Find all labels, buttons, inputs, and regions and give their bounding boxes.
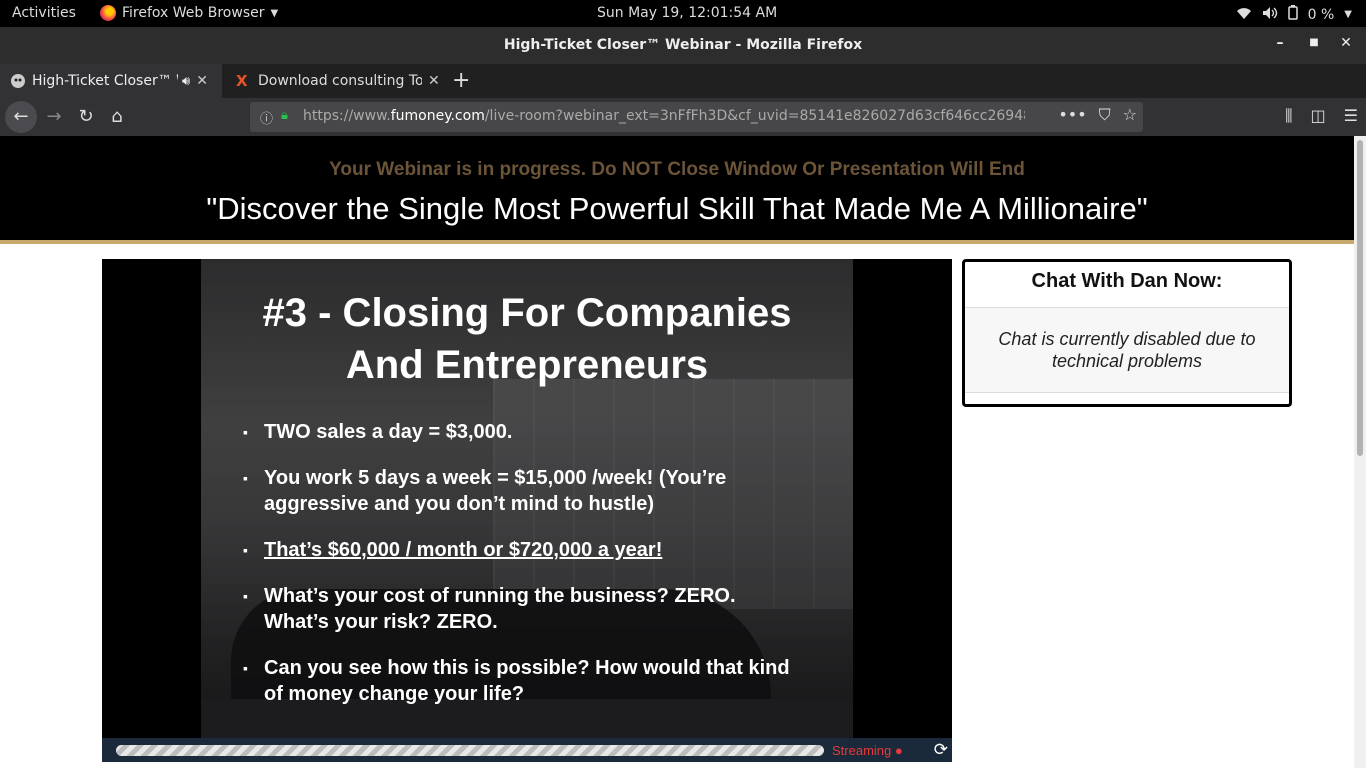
slide-bullet: What’s your cost of running the business…	[243, 583, 803, 635]
tab-title: Download consulting To	[258, 73, 422, 89]
url-prefix: https://www.	[303, 108, 391, 124]
wifi-icon	[1236, 6, 1252, 24]
back-button[interactable]: ←	[5, 101, 37, 133]
slide-bullet: Can you see how this is possible? How wo…	[243, 655, 803, 707]
url-actions: ••• ⛉ ☆	[1058, 105, 1137, 125]
toolbar-right: ⫼ ◫ ☰	[1285, 106, 1358, 126]
url-text[interactable]: https://www.fumoney.com/live-room?webina…	[303, 108, 1025, 124]
speaker-icon[interactable]: 🔊︎	[182, 74, 190, 89]
maximize-button[interactable]: ■	[1304, 37, 1324, 48]
status-menu[interactable]: 0 % ▼	[1236, 5, 1352, 24]
lock-icon[interactable]: 🔒︎	[281, 108, 288, 123]
progress-bar	[116, 745, 824, 756]
slide-bullet: You work 5 days a week = $15,000 /week! …	[243, 465, 803, 517]
chevron-down-icon: ▼	[270, 7, 279, 19]
pocket-icon[interactable]: ⛉	[1099, 105, 1111, 125]
clock[interactable]: Sun May 19, 12:01:54 AM	[597, 5, 777, 21]
slide-title: #3 - Closing For Companies And Entrepren…	[201, 287, 853, 391]
webinar-favicon-icon	[10, 73, 26, 89]
home-button[interactable]: ⌂	[103, 104, 131, 132]
new-tab-button[interactable]: +	[452, 68, 470, 93]
system-top-bar: Activities Firefox Web Browser ▼ Sun May…	[0, 0, 1366, 27]
progress-notice: Your Webinar is in progress. Do NOT Clos…	[329, 159, 1025, 180]
tab-download[interactable]: X Download consulting To ✕	[226, 64, 448, 98]
tab-webinar[interactable]: High-Ticket Closer™ W 🔊︎ ✕	[0, 64, 222, 98]
reload-button[interactable]: ↻	[72, 104, 100, 132]
url-domain: fumoney.com	[390, 108, 485, 124]
forward-button[interactable]: →	[40, 104, 68, 132]
battery-percent: 0 %	[1307, 6, 1335, 23]
volume-icon	[1262, 6, 1278, 24]
battery-icon	[1287, 5, 1298, 24]
hamburger-menu-icon[interactable]: ☰	[1344, 106, 1358, 126]
chevron-down-icon: ▼	[1344, 9, 1352, 20]
streaming-status: Streaming ●	[832, 743, 903, 758]
page-headline: "Discover the Single Most Powerful Skill…	[206, 191, 1148, 226]
bookmark-star-icon[interactable]: ☆	[1123, 105, 1137, 125]
bullet-text: Can you see how this is possible? How wo…	[264, 657, 790, 705]
close-window-button[interactable]: ✕	[1336, 35, 1356, 51]
webpage: Your Webinar is in progress. Do NOT Clos…	[0, 136, 1366, 768]
slide-title-line1: #3 - Closing For Companies	[262, 291, 792, 335]
nav-bar: ← → ↻ ⌂ ⓘ 🔒︎ https://www.fumoney.com/liv…	[0, 98, 1366, 136]
bullet-text: TWO sales a day = $3,000.	[264, 421, 513, 443]
window-title-bar: High-Ticket Closer™ Webinar - Mozilla Fi…	[0, 27, 1366, 64]
close-tab-icon[interactable]: ✕	[428, 73, 440, 89]
chat-panel: Chat With Dan Now: Chat is currently dis…	[962, 259, 1292, 407]
window-title: High-Ticket Closer™ Webinar - Mozilla Fi…	[503, 37, 863, 53]
info-icon[interactable]: ⓘ	[260, 108, 273, 127]
more-actions-icon[interactable]: •••	[1058, 105, 1086, 125]
app-menu[interactable]: Firefox Web Browser ▼	[100, 5, 278, 21]
app-menu-label: Firefox Web Browser	[122, 5, 265, 21]
x-favicon-icon: X	[236, 72, 248, 90]
slide-bullet: TWO sales a day = $3,000.	[243, 419, 803, 445]
chat-title: Chat With Dan Now:	[965, 262, 1289, 308]
slide-bullet: That’s $60,000 / month or $720,000 a yea…	[243, 537, 803, 563]
refresh-icon[interactable]: ⟳	[934, 740, 948, 760]
minimize-button[interactable]: –	[1270, 35, 1290, 51]
presentation-slide: #3 - Closing For Companies And Entrepren…	[201, 259, 853, 738]
bullet-text: That’s $60,000 / month or $720,000 a yea…	[264, 539, 663, 561]
player-controls: Streaming ● ⟳	[102, 738, 952, 762]
page-scrollbar[interactable]	[1354, 136, 1366, 768]
slide-title-line2: And Entrepreneurs	[345, 343, 709, 387]
scrollbar-thumb[interactable]	[1357, 140, 1363, 456]
firefox-icon	[100, 5, 116, 21]
tab-strip: High-Ticket Closer™ W 🔊︎ ✕ X Download co…	[0, 64, 1366, 98]
chat-disabled-message: Chat is currently disabled due to techni…	[965, 308, 1289, 393]
sidebar-icon[interactable]: ◫	[1311, 106, 1326, 126]
activities-button[interactable]: Activities	[12, 5, 76, 21]
tab-title: High-Ticket Closer™ W	[32, 73, 178, 89]
url-path: /live-room?webinar_ext=3nFfFh3D&cf_uvid=…	[484, 108, 1025, 124]
bullet-text: What’s your cost of running the business…	[264, 585, 736, 633]
video-player[interactable]: #3 - Closing For Companies And Entrepren…	[102, 259, 952, 738]
close-tab-icon[interactable]: ✕	[196, 73, 208, 89]
bullet-text: You work 5 days a week = $15,000 /week! …	[264, 467, 727, 515]
slide-bullets: TWO sales a day = $3,000. You work 5 day…	[243, 419, 803, 727]
page-header: Your Webinar is in progress. Do NOT Clos…	[0, 136, 1354, 244]
url-bar[interactable]: ⓘ 🔒︎ https://www.fumoney.com/live-room?w…	[250, 102, 1143, 132]
library-icon[interactable]: ⫼	[1285, 106, 1292, 126]
